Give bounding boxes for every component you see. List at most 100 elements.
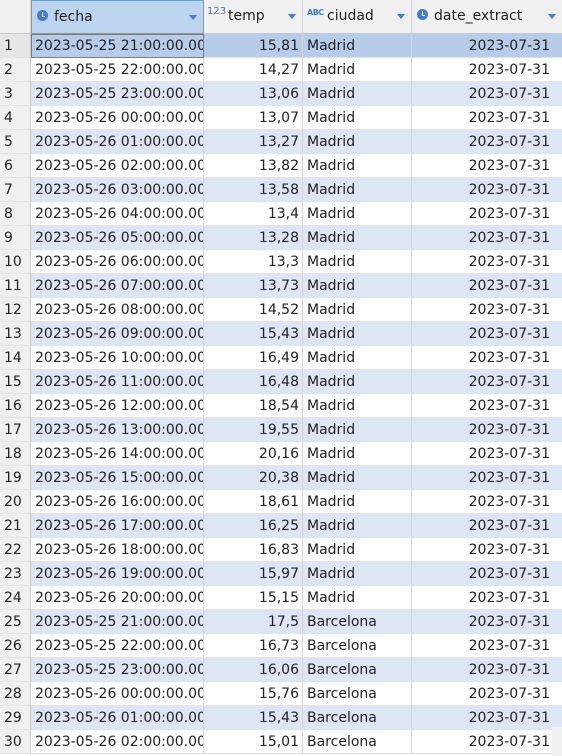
row-number[interactable]: 6 <box>0 154 31 178</box>
table-row[interactable]: 9 2023-05-26 05:00:00.000 13,28 Madrid 2023-… <box>0 226 562 250</box>
cell-temp[interactable]: 13,27 <box>204 130 303 154</box>
cell-ciudad[interactable]: Madrid <box>303 82 412 106</box>
table-row[interactable]: 27 2023-05-25 23:00:00.000 16,06 Barcelona 2… <box>0 658 562 682</box>
cell-date-extract[interactable]: 2023-07-31 <box>412 58 562 82</box>
table-row[interactable]: 6 2023-05-26 02:00:00.000 13,82 Madrid 2023-… <box>0 154 562 178</box>
cell-ciudad[interactable]: Madrid <box>303 370 412 394</box>
row-number[interactable]: 27 <box>0 658 31 682</box>
cell-ciudad[interactable]: Barcelona <box>303 682 412 706</box>
table-row[interactable]: 22 2023-05-26 18:00:00.000 16,83 Madrid 2023… <box>0 538 562 562</box>
cell-date-extract[interactable]: 2023-07-31 <box>412 658 562 682</box>
cell-ciudad[interactable]: Barcelona <box>303 706 412 730</box>
row-number[interactable]: 22 <box>0 538 31 562</box>
cell-fecha[interactable]: 2023-05-26 15:00:00.000 <box>31 466 204 490</box>
row-number[interactable]: 21 <box>0 514 31 538</box>
cell-fecha[interactable]: 2023-05-26 06:00:00.000 <box>31 250 204 274</box>
cell-ciudad[interactable]: Barcelona <box>303 730 412 754</box>
cell-date-extract[interactable]: 2023-07-31 <box>412 226 562 250</box>
table-row[interactable]: 14 2023-05-26 10:00:00.000 16,49 Madrid 2023… <box>0 346 562 370</box>
table-row[interactable]: 30 2023-05-26 02:00:00.000 15,01 Barcelona 2… <box>0 730 562 754</box>
cell-date-extract[interactable]: 2023-07-31 <box>412 298 562 322</box>
table-row[interactable]: 13 2023-05-26 09:00:00.000 15,43 Madrid 2023… <box>0 322 562 346</box>
cell-temp[interactable]: 16,25 <box>204 514 303 538</box>
cell-fecha[interactable]: 2023-05-26 02:00:00.000 <box>31 154 204 178</box>
cell-temp[interactable]: 14,52 <box>204 298 303 322</box>
cell-ciudad[interactable]: Madrid <box>303 562 412 586</box>
table-row[interactable]: 5 2023-05-26 01:00:00.000 13,27 Madrid 2023-… <box>0 130 562 154</box>
table-row[interactable]: 29 2023-05-26 01:00:00.000 15,43 Barcelona 2… <box>0 706 562 730</box>
row-number[interactable]: 10 <box>0 250 31 274</box>
row-number[interactable]: 18 <box>0 442 31 466</box>
cell-temp[interactable]: 18,61 <box>204 490 303 514</box>
table-row[interactable]: 20 2023-05-26 16:00:00.000 18,61 Madrid 2023… <box>0 490 562 514</box>
cell-date-extract[interactable]: 2023-07-31 <box>412 106 562 130</box>
cell-fecha[interactable]: 2023-05-26 10:00:00.000 <box>31 346 204 370</box>
cell-date-extract[interactable]: 2023-07-31 <box>412 178 562 202</box>
cell-fecha[interactable]: 2023-05-26 16:00:00.000 <box>31 490 204 514</box>
cell-ciudad[interactable]: Madrid <box>303 538 412 562</box>
cell-temp[interactable]: 16,49 <box>204 346 303 370</box>
cell-ciudad[interactable]: Madrid <box>303 274 412 298</box>
cell-ciudad[interactable]: Madrid <box>303 106 412 130</box>
cell-ciudad[interactable]: Madrid <box>303 514 412 538</box>
cell-fecha[interactable]: 2023-05-26 00:00:00.000 <box>31 682 204 706</box>
cell-temp[interactable]: 19,55 <box>204 418 303 442</box>
cell-fecha[interactable]: 2023-05-26 12:00:00.000 <box>31 394 204 418</box>
cell-fecha[interactable]: 2023-05-25 22:00:00.000 <box>31 58 204 82</box>
cell-ciudad[interactable]: Madrid <box>303 202 412 226</box>
cell-fecha[interactable]: 2023-05-25 23:00:00.000 <box>31 658 204 682</box>
cell-fecha[interactable]: 2023-05-26 07:00:00.000 <box>31 274 204 298</box>
cell-date-extract[interactable]: 2023-07-31 <box>412 634 562 658</box>
cell-temp[interactable]: 16,73 <box>204 634 303 658</box>
cell-fecha[interactable]: 2023-05-25 21:00:00.000 <box>31 34 204 58</box>
row-number[interactable]: 29 <box>0 706 31 730</box>
row-number[interactable]: 30 <box>0 730 31 754</box>
cell-ciudad[interactable]: Madrid <box>303 586 412 610</box>
table-row[interactable]: 7 2023-05-26 03:00:00.000 13,58 Madrid 2023-… <box>0 178 562 202</box>
cell-temp[interactable]: 16,06 <box>204 658 303 682</box>
row-number[interactable]: 17 <box>0 418 31 442</box>
cell-fecha[interactable]: 2023-05-26 01:00:00.000 <box>31 706 204 730</box>
cell-temp[interactable]: 13,28 <box>204 226 303 250</box>
cell-fecha[interactable]: 2023-05-26 02:00:00.000 <box>31 730 204 754</box>
row-number[interactable]: 25 <box>0 610 31 634</box>
cell-temp[interactable]: 17,5 <box>204 610 303 634</box>
table-row[interactable]: 11 2023-05-26 07:00:00.000 13,73 Madrid 2023… <box>0 274 562 298</box>
cell-date-extract[interactable]: 2023-07-31 <box>412 730 562 754</box>
row-number[interactable]: 13 <box>0 322 31 346</box>
cell-ciudad[interactable]: Madrid <box>303 178 412 202</box>
cell-date-extract[interactable]: 2023-07-31 <box>412 370 562 394</box>
cell-date-extract[interactable]: 2023-07-31 <box>412 322 562 346</box>
cell-date-extract[interactable]: 2023-07-31 <box>412 154 562 178</box>
cell-ciudad[interactable]: Madrid <box>303 442 412 466</box>
cell-ciudad[interactable]: Barcelona <box>303 634 412 658</box>
cell-temp[interactable]: 13,06 <box>204 82 303 106</box>
cell-fecha[interactable]: 2023-05-26 19:00:00.000 <box>31 562 204 586</box>
cell-fecha[interactable]: 2023-05-26 18:00:00.000 <box>31 538 204 562</box>
cell-temp[interactable]: 13,58 <box>204 178 303 202</box>
row-number[interactable]: 19 <box>0 466 31 490</box>
cell-ciudad[interactable]: Madrid <box>303 250 412 274</box>
row-number[interactable]: 2 <box>0 58 31 82</box>
cell-ciudad[interactable]: Madrid <box>303 490 412 514</box>
cell-temp[interactable]: 20,38 <box>204 466 303 490</box>
cell-ciudad[interactable]: Madrid <box>303 346 412 370</box>
cell-temp[interactable]: 15,43 <box>204 322 303 346</box>
row-number[interactable]: 7 <box>0 178 31 202</box>
sort-dropdown-icon[interactable] <box>548 14 556 19</box>
cell-date-extract[interactable]: 2023-07-31 <box>412 202 562 226</box>
table-row[interactable]: 19 2023-05-26 15:00:00.000 20,38 Madrid 2023… <box>0 466 562 490</box>
row-number[interactable]: 26 <box>0 634 31 658</box>
cell-ciudad[interactable]: Madrid <box>303 130 412 154</box>
cell-date-extract[interactable]: 2023-07-31 <box>412 538 562 562</box>
cell-temp[interactable]: 16,48 <box>204 370 303 394</box>
cell-temp[interactable]: 18,54 <box>204 394 303 418</box>
cell-temp[interactable]: 13,82 <box>204 154 303 178</box>
scrollbar-corner[interactable] <box>552 727 562 756</box>
cell-fecha[interactable]: 2023-05-25 22:00:00.000 <box>31 634 204 658</box>
cell-temp[interactable]: 15,97 <box>204 562 303 586</box>
cell-date-extract[interactable]: 2023-07-31 <box>412 130 562 154</box>
table-row[interactable]: 8 2023-05-26 04:00:00.000 13,4 Madrid 2023-0… <box>0 202 562 226</box>
row-number[interactable]: 1 <box>0 34 31 58</box>
row-number[interactable]: 8 <box>0 202 31 226</box>
